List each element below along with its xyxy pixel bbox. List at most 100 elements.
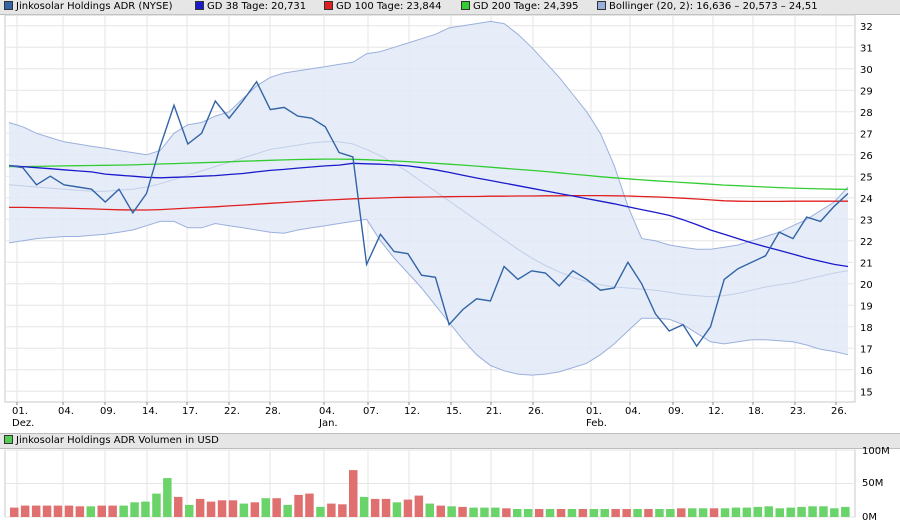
volume-bar <box>578 509 588 517</box>
x-tick-label: 12. <box>708 406 724 417</box>
volume-bar <box>556 509 566 517</box>
volume-bar <box>414 495 424 517</box>
volume-bar <box>141 501 150 517</box>
volume-bar <box>370 498 380 517</box>
x-tick-label: 17. <box>182 406 198 417</box>
volume-y-tick-label: 50M <box>862 478 883 489</box>
volume-bar <box>480 507 489 517</box>
y-tick-label: 26 <box>860 151 873 162</box>
volume-bar <box>436 505 445 517</box>
x-month-label: Dez. <box>12 418 34 429</box>
x-tick-label: 15. <box>446 406 462 417</box>
volume-bar <box>502 508 511 517</box>
volume-bar <box>97 505 106 517</box>
volume-bar <box>534 509 544 517</box>
volume-bar <box>841 506 850 517</box>
x-tick-label: 09. <box>668 406 684 417</box>
volume-bar <box>469 507 478 517</box>
x-tick-label: 28. <box>265 406 281 417</box>
x-month-label: Feb. <box>586 418 607 429</box>
y-tick-label: 17 <box>860 344 873 355</box>
y-tick-label: 23 <box>860 215 873 226</box>
volume-bar <box>731 507 741 517</box>
y-tick-label: 27 <box>860 129 873 140</box>
volume-bar <box>677 508 686 517</box>
volume-bar <box>764 506 773 517</box>
volume-bar <box>589 509 599 517</box>
volume-bar <box>283 504 292 517</box>
y-tick-label: 30 <box>860 65 873 76</box>
volume-bar <box>20 505 30 517</box>
volume-bar <box>513 509 522 517</box>
x-tick-label: 04. <box>58 406 74 417</box>
y-tick-label: 15 <box>860 387 873 398</box>
volume-bar <box>742 507 752 517</box>
volume-bar <box>119 505 128 517</box>
y-tick-label: 24 <box>860 194 873 205</box>
volume-bar <box>272 498 281 517</box>
volume-bar <box>753 506 763 517</box>
volume-bar <box>447 506 456 517</box>
volume-bar <box>327 503 336 517</box>
volume-bar <box>305 493 314 517</box>
volume-bar <box>130 502 139 517</box>
volume-bar <box>491 507 500 517</box>
stock-chart: 15 16 17 18 19 20 21 22 23 24 25 26 27 28 29 30 31 32 01. 0… <box>4 14 890 523</box>
volume-bar <box>425 503 434 517</box>
y-tick-label: 31 <box>860 43 873 54</box>
y-tick-label: 19 <box>860 301 873 312</box>
volume-bar <box>86 506 95 517</box>
volume-bar <box>349 470 358 517</box>
volume-bar <box>31 505 41 517</box>
y-tick-label: 25 <box>860 172 873 183</box>
volume-bar <box>622 509 631 517</box>
x-tick-label: 26. <box>831 406 847 417</box>
volume-bar <box>195 498 205 517</box>
volume-bar <box>644 509 653 517</box>
volume-bar <box>359 496 369 517</box>
volume-bar <box>797 506 806 517</box>
volume-bar <box>53 505 63 517</box>
volume-bar <box>666 509 675 517</box>
x-month-label: Jan. <box>318 418 338 429</box>
volume-bar <box>720 508 730 517</box>
y-tick-label: 29 <box>860 86 873 97</box>
y-tick-label: 28 <box>860 108 873 119</box>
volume-bar <box>698 508 708 517</box>
volume-bar <box>217 500 227 518</box>
volume-bar <box>206 501 216 517</box>
volume-bar <box>709 508 719 517</box>
volume-bar <box>523 509 533 517</box>
x-tick-label: 23. <box>790 406 806 417</box>
volume-bar <box>381 498 391 517</box>
volume-bar <box>819 506 828 517</box>
volume-bar <box>108 505 117 517</box>
volume-bar <box>163 478 172 517</box>
volume-bar <box>75 506 85 517</box>
y-tick-label: 32 <box>860 22 873 33</box>
y-tick-label: 20 <box>860 280 873 291</box>
volume-y-tick-label: 100M <box>862 446 890 457</box>
x-tick-label: 09. <box>100 406 116 417</box>
volume-bar <box>545 509 555 517</box>
volume-bar <box>600 509 609 517</box>
x-tick-label: 01. <box>586 406 602 417</box>
volume-bar <box>775 508 784 517</box>
volume-bar <box>250 502 260 517</box>
x-tick-label: 04. <box>319 406 335 417</box>
y-tick-label: 18 <box>860 323 873 334</box>
volume-bar <box>42 505 52 517</box>
x-tick-label: 18. <box>748 406 764 417</box>
x-tick-label: 04. <box>625 406 641 417</box>
volume-bar <box>808 506 817 517</box>
volume-bar <box>174 496 183 517</box>
volume-bar <box>830 508 839 517</box>
volume-bar <box>567 509 577 517</box>
volume-bar <box>786 507 795 517</box>
volume-bar <box>228 500 238 518</box>
x-tick-label: 14. <box>142 406 158 417</box>
volume-bar <box>338 504 347 517</box>
x-tick-label: 01. <box>12 406 28 417</box>
x-tick-label: 26. <box>528 406 544 417</box>
volume-bar <box>239 503 249 517</box>
